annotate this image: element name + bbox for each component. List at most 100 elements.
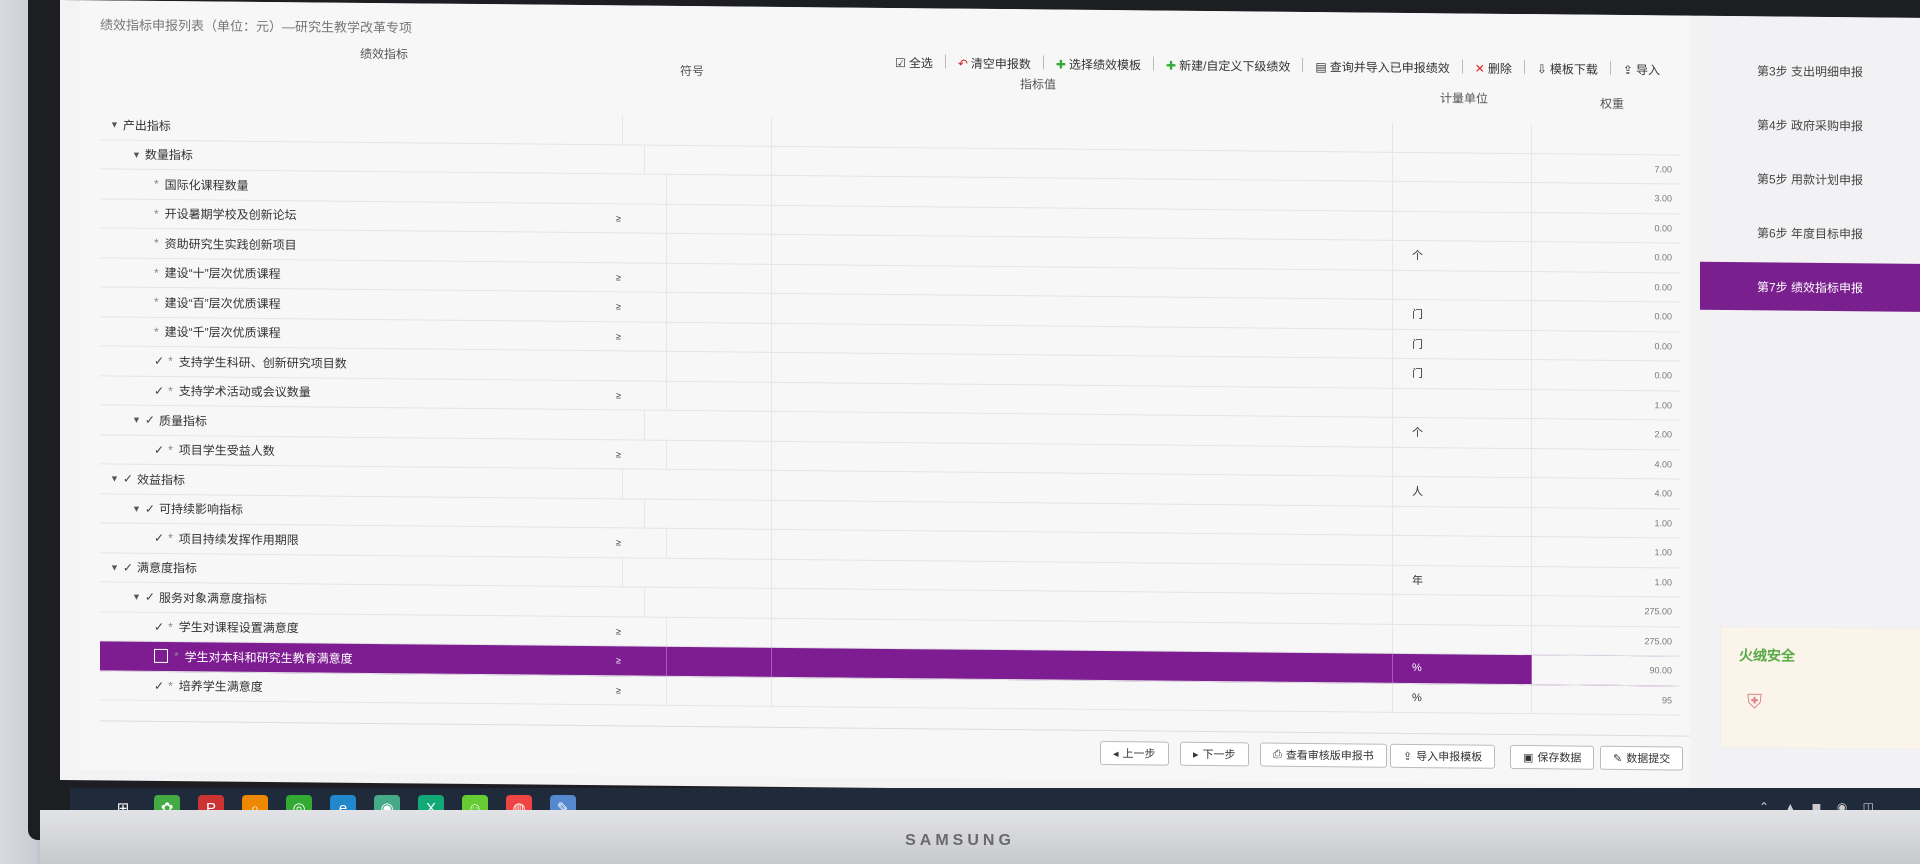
seq-cell[interactable] <box>612 351 772 382</box>
indicator-cell[interactable]: ▼ ✓ 满意度指标 <box>100 552 623 587</box>
unit-cell[interactable] <box>1392 122 1532 153</box>
prev-button[interactable]: ◂ 上一步 <box>1100 740 1169 766</box>
seq-cell[interactable] <box>612 557 772 588</box>
step-7-active[interactable]: 第7步 绩效指标申报 <box>1700 261 1920 312</box>
query-import-button[interactable]: ▤ 查询并导入已申报绩效 <box>1315 58 1449 76</box>
weight-cell[interactable]: 1.00 <box>1532 537 1680 567</box>
save-button[interactable]: ▣ 保存数据 <box>1510 744 1595 770</box>
value-cell[interactable] <box>772 500 1393 535</box>
weight-cell[interactable]: 275.00 <box>1532 626 1680 656</box>
unit-cell[interactable] <box>1392 270 1532 301</box>
row-checkbox[interactable] <box>154 649 168 664</box>
seq-cell[interactable] <box>612 587 772 618</box>
unit-cell[interactable]: 门 <box>1392 299 1532 330</box>
weight-cell[interactable]: 1.00 <box>1532 390 1680 420</box>
value-cell[interactable] <box>772 234 1393 270</box>
expand-toggle-icon[interactable]: ▼ <box>110 474 119 484</box>
seq-cell[interactable] <box>612 115 772 146</box>
weight-cell[interactable]: 0.00 <box>1532 360 1680 390</box>
indicator-cell[interactable]: ✓ * 支持学生科研、创新研究项目数 <box>100 346 667 381</box>
weight-cell[interactable]: 7.00 <box>1532 154 1680 184</box>
step-3[interactable]: 第3步 支出明细申报 <box>1700 46 1920 96</box>
indicator-cell[interactable]: ✓ * 学生对课程设置满意度 <box>100 611 667 646</box>
value-cell[interactable] <box>772 264 1393 299</box>
seq-cell[interactable]: ≥ <box>612 439 772 470</box>
clear-button[interactable]: ↶ 清空申报数 <box>958 55 1031 73</box>
indicator-cell[interactable]: ▼ 产出指标 <box>100 110 623 144</box>
seq-cell[interactable]: ≥ <box>612 380 772 411</box>
select-all-button[interactable]: ☑ 全选 <box>895 54 933 71</box>
template-download-button[interactable]: ⇩ 模板下载 <box>1537 60 1598 78</box>
weight-cell[interactable]: 275.00 <box>1532 596 1680 626</box>
seq-cell[interactable] <box>612 410 772 441</box>
value-cell[interactable] <box>772 293 1393 329</box>
weight-cell[interactable]: 4.00 <box>1532 449 1680 479</box>
seq-cell[interactable] <box>612 469 772 500</box>
submit-button[interactable]: ✎ 数据提交 <box>1600 745 1684 771</box>
value-cell[interactable] <box>772 647 1393 683</box>
value-cell[interactable] <box>772 146 1393 181</box>
view-report-button[interactable]: ⎙ 查看审核版申报书 <box>1260 742 1387 768</box>
indicator-cell[interactable]: ▼ ✓ 服务对象满意度指标 <box>100 582 645 617</box>
indicator-cell[interactable]: ▼ ✓ 效益指标 <box>100 464 623 498</box>
seq-cell[interactable] <box>612 174 772 205</box>
seq-cell[interactable]: ≥ <box>612 675 772 706</box>
choose-template-button[interactable]: ✚ 选择绩效模板 <box>1056 56 1141 74</box>
security-popup[interactable]: 火绒安全 ⛨ <box>1720 625 1920 750</box>
value-cell[interactable] <box>772 677 1393 712</box>
seq-cell[interactable]: ≥ <box>612 262 772 293</box>
value-cell[interactable] <box>772 116 1393 152</box>
unit-cell[interactable]: 个 <box>1392 417 1532 448</box>
value-cell[interactable] <box>772 352 1393 388</box>
indicator-cell[interactable]: ▼ ✓ 质量指标 <box>100 405 645 440</box>
weight-cell[interactable]: 3.00 <box>1532 183 1680 213</box>
import-template-button[interactable]: ⇪ 导入申报模板 <box>1390 743 1496 769</box>
value-cell[interactable] <box>772 323 1393 358</box>
indicator-cell[interactable]: * 资助研究生实践创新项目 <box>100 228 667 263</box>
value-cell[interactable] <box>772 588 1393 624</box>
import-button[interactable]: ⇪ 导入 <box>1623 61 1660 78</box>
step-4[interactable]: 第4步 政府采购申报 <box>1700 100 1920 150</box>
indicator-cell[interactable]: ▼ ✓ 可持续影响指标 <box>100 493 645 528</box>
seq-cell[interactable] <box>612 233 772 264</box>
seq-cell[interactable]: ≥ <box>612 616 772 647</box>
unit-cell[interactable]: 个 <box>1392 240 1532 271</box>
expand-toggle-icon[interactable]: ▼ <box>132 149 141 159</box>
seq-cell[interactable] <box>612 498 772 529</box>
indicator-cell[interactable]: * 学生对本科和研究生教育满意度 <box>100 641 667 676</box>
indicator-cell[interactable]: * 国际化课程数量 <box>100 169 667 204</box>
indicator-cell[interactable]: ✓ * 项目学生受益人数 <box>100 434 667 469</box>
unit-cell[interactable]: 门 <box>1392 329 1532 360</box>
expand-toggle-icon[interactable]: ▼ <box>110 562 119 572</box>
unit-cell[interactable]: % <box>1392 683 1532 714</box>
value-cell[interactable] <box>772 382 1393 417</box>
value-cell[interactable] <box>772 441 1393 476</box>
new-custom-button[interactable]: ✚ 新建/自定义下级绩效 <box>1166 57 1290 75</box>
unit-cell[interactable]: % <box>1392 653 1532 684</box>
value-cell[interactable] <box>772 470 1393 506</box>
weight-cell[interactable]: 1.00 <box>1532 567 1680 597</box>
step-5[interactable]: 第5步 用款计划申报 <box>1700 154 1920 204</box>
next-button[interactable]: ▸ 下一步 <box>1180 741 1249 767</box>
weight-cell[interactable] <box>1532 124 1680 154</box>
value-cell[interactable] <box>772 411 1393 447</box>
unit-cell[interactable] <box>1392 506 1532 537</box>
unit-cell[interactable] <box>1392 152 1532 183</box>
delete-button[interactable]: ✕ 删除 <box>1475 60 1512 77</box>
value-cell[interactable] <box>772 559 1393 594</box>
weight-cell[interactable]: 0.00 <box>1532 242 1680 272</box>
unit-cell[interactable] <box>1392 181 1532 212</box>
unit-cell[interactable]: 年 <box>1392 565 1532 596</box>
indicator-cell[interactable]: ▼ 数量指标 <box>100 139 645 174</box>
indicator-cell[interactable]: ✓ * 培养学生满意度 <box>100 670 667 705</box>
unit-cell[interactable]: 人 <box>1392 476 1532 507</box>
step-6[interactable]: 第6步 年度目标申报 <box>1700 208 1920 258</box>
seq-cell[interactable]: ≥ <box>612 646 772 677</box>
indicator-cell[interactable]: ✓ * 支持学术活动或会议数量 <box>100 375 667 410</box>
unit-cell[interactable] <box>1392 594 1532 625</box>
weight-cell[interactable]: 0.00 <box>1532 213 1680 243</box>
unit-cell[interactable] <box>1392 447 1532 478</box>
indicator-cell[interactable]: * 建设“百”层次优质课程 <box>100 287 667 322</box>
unit-cell[interactable] <box>1392 211 1532 242</box>
seq-cell[interactable]: ≥ <box>612 203 772 234</box>
